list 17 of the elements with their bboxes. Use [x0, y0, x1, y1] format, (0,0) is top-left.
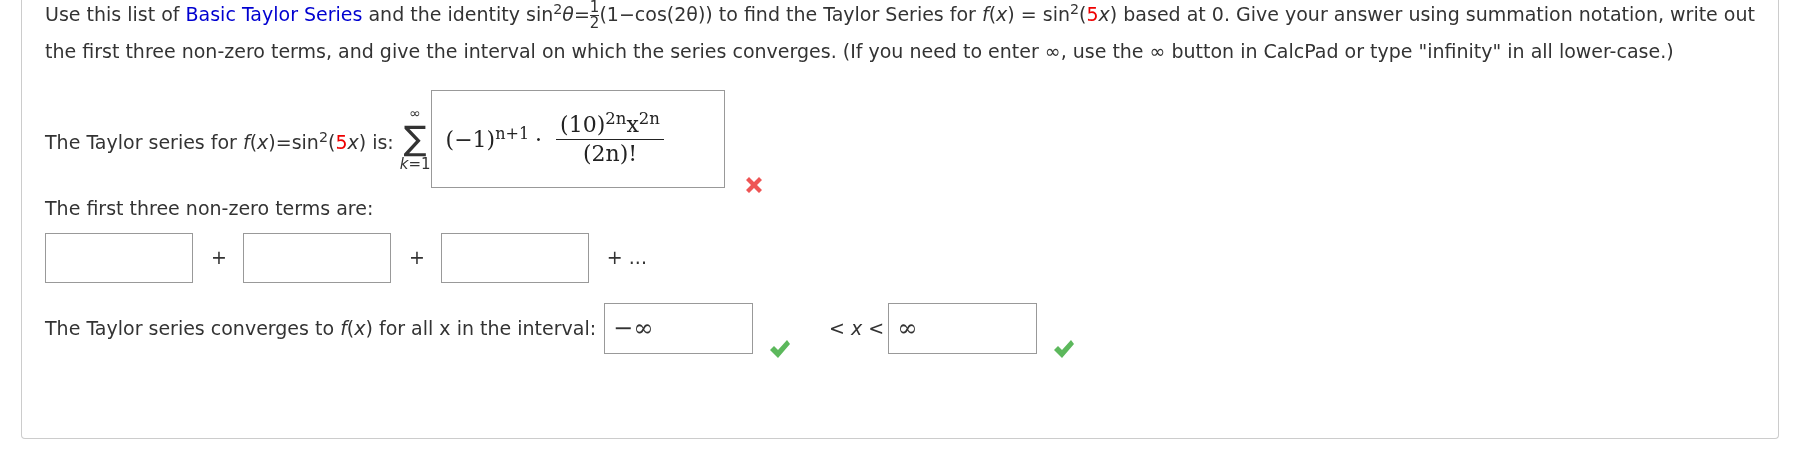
- plus-sign: +: [211, 245, 227, 271]
- sum-symbol: ∑: [403, 119, 427, 158]
- series-label: The Taylor series for f(x)=sin$^{2}$(5x) is:: [45, 127, 394, 155]
- inequality-text: < x <: [829, 315, 885, 341]
- terms-label: The first three non-zero terms are:: [45, 196, 375, 221]
- plus-sign: + ...: [606, 245, 647, 271]
- term-field[interactable]: [242, 232, 391, 283]
- lower-limit: k=1: [399, 157, 431, 173]
- interval-label: The Taylor series converges to f(x) for all x in the interval:: [45, 315, 597, 341]
- term-field[interactable]: [45, 232, 193, 283]
- term-field[interactable]: [440, 232, 589, 283]
- answer-field[interactable]: (−1)$^{n+1}$ · (10)$^{2n}$x$^{2n}$ (2n)!: [430, 90, 725, 188]
- interval-field[interactable]: ∞: [888, 302, 1038, 354]
- interval-field[interactable]: −∞: [604, 302, 754, 354]
- plus-sign: +: [408, 245, 425, 271]
- link[interactable]: Basic Taylor Series: [185, 3, 363, 25]
- upper-limit: ∞: [409, 105, 421, 120]
